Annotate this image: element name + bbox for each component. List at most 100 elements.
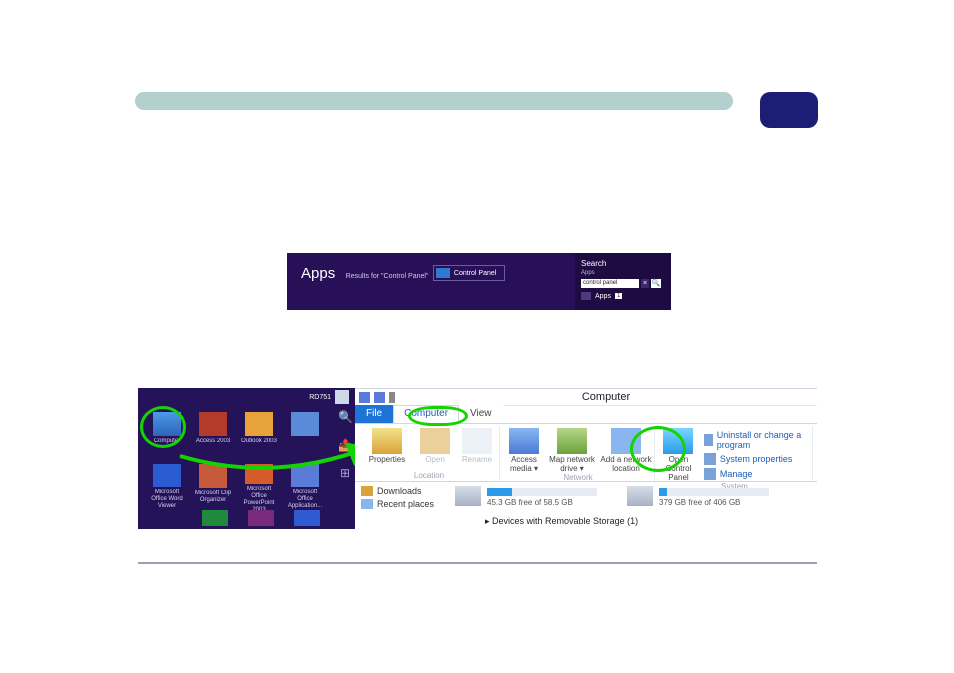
system-properties-icon xyxy=(704,453,716,465)
link-label: Uninstall or change a program xyxy=(717,430,806,450)
map-network-drive-button[interactable]: Map network drive ▾ xyxy=(546,428,598,473)
window-title: Computer xyxy=(399,391,813,403)
uninstall-program-link[interactable]: Uninstall or change a program xyxy=(704,430,806,450)
excel-icon xyxy=(202,510,228,526)
tile-label: Access 2003 xyxy=(196,438,230,445)
header-badge xyxy=(760,92,818,128)
search-input[interactable]: control panel xyxy=(581,279,639,288)
add-network-location-button[interactable]: Add a network location xyxy=(600,428,652,473)
outlook-icon xyxy=(245,412,273,436)
tile-label: Microsoft Clip Organizer xyxy=(193,490,233,504)
downloads-icon xyxy=(361,486,373,496)
nav-pane: Downloads Recent places xyxy=(355,482,451,524)
filter-count: 1 xyxy=(615,293,622,299)
tile-clip-organizer[interactable]: Microsoft Clip Organizer xyxy=(192,462,234,510)
button-label: Map network drive ▾ xyxy=(546,455,598,473)
network-location-icon xyxy=(611,428,641,454)
open-control-panel-button[interactable]: Open Control Panel xyxy=(659,428,698,482)
word-icon xyxy=(153,464,181,487)
app-icon xyxy=(294,510,320,526)
removable-storage-section[interactable]: ▸ Devices with Removable Storage (1) xyxy=(485,516,638,527)
drive-item[interactable]: 379 GB free of 406 GB xyxy=(627,486,769,524)
ribbon-group-system: Open Control Panel Uninstall or change a… xyxy=(657,426,813,481)
search-charm-icon[interactable]: 🔍 xyxy=(338,410,352,424)
start-screen: RD751 Computer Access 2003 Outlook 2003 … xyxy=(138,388,355,529)
nav-label: Recent places xyxy=(377,499,434,509)
drive-usage-bar xyxy=(487,488,597,496)
clip-organizer-icon xyxy=(199,464,227,488)
recent-places-icon xyxy=(361,499,373,509)
search-result-control-panel[interactable]: Control Panel xyxy=(433,265,505,281)
nav-downloads[interactable]: Downloads xyxy=(361,486,447,496)
tile-label: Outlook 2003 xyxy=(241,438,277,445)
divider xyxy=(138,562,817,564)
start-user[interactable]: RD751 xyxy=(309,390,349,404)
rename-button: Rename xyxy=(457,428,497,464)
system-properties-link[interactable]: System properties xyxy=(704,453,806,465)
search-button[interactable]: 🔍 xyxy=(651,279,661,288)
drive-usage-bar xyxy=(659,488,769,496)
apps-title: Apps xyxy=(301,265,335,282)
filter-label: Apps xyxy=(595,293,611,300)
button-label: Open xyxy=(425,455,445,464)
media-icon xyxy=(509,428,539,454)
app-icon xyxy=(291,412,319,436)
access-media-button[interactable]: Access media ▾ xyxy=(504,428,544,473)
properties-icon xyxy=(372,428,402,454)
group-label: Location xyxy=(414,471,444,481)
onenote-icon xyxy=(248,510,274,526)
search-filter-apps[interactable]: Apps 1 xyxy=(581,292,665,300)
header-bar xyxy=(135,92,733,110)
manage-link[interactable]: Manage xyxy=(704,468,806,480)
search-header: Search xyxy=(581,259,665,268)
manage-icon xyxy=(704,468,716,480)
rename-icon xyxy=(462,428,492,454)
start-charm-icon[interactable]: ⊞ xyxy=(338,466,352,480)
link-label: Manage xyxy=(720,469,753,479)
properties-button[interactable]: Properties xyxy=(361,428,413,464)
tile-access[interactable]: Access 2003 xyxy=(192,410,234,458)
tile-powerpoint[interactable]: Microsoft Office PowerPoint 2003 xyxy=(238,462,280,510)
nav-label: Downloads xyxy=(377,486,422,496)
tile-label: Microsoft Office Word Viewer xyxy=(147,489,187,510)
button-label: Rename xyxy=(462,455,492,464)
drive-free-text: 379 GB free of 406 GB xyxy=(659,498,769,507)
tile-onenote[interactable] xyxy=(240,510,282,528)
nav-recent-places[interactable]: Recent places xyxy=(361,499,447,509)
tile-outlook[interactable]: Outlook 2003 xyxy=(238,410,280,458)
qat-icon[interactable] xyxy=(359,392,370,403)
office-apps-icon xyxy=(291,464,319,487)
apps-filter-icon xyxy=(581,292,591,300)
tile-misc-1[interactable] xyxy=(284,410,326,458)
computer-icon xyxy=(153,412,181,436)
drive-icon xyxy=(455,486,481,506)
link-label: System properties xyxy=(720,454,793,464)
control-panel-icon xyxy=(663,428,693,454)
share-charm-icon[interactable]: 📤 xyxy=(338,438,352,452)
tab-computer[interactable]: Computer xyxy=(393,405,459,423)
button-label: Access media ▾ xyxy=(504,455,544,473)
tile-computer[interactable]: Computer xyxy=(146,410,188,458)
control-panel-icon xyxy=(436,268,450,278)
tile-label: Microsoft Office Application... xyxy=(285,489,325,510)
explorer-window: Computer File Computer View Properties O… xyxy=(355,388,817,529)
drive-free-text: 45.3 GB free of 58.5 GB xyxy=(487,498,597,507)
tile-af[interactable] xyxy=(286,510,328,528)
search-category: Apps xyxy=(581,270,665,276)
button-label: Add a network location xyxy=(600,455,652,473)
tab-file[interactable]: File xyxy=(355,405,393,423)
search-charm-pane: Search Apps control panel × 🔍 Apps 1 xyxy=(575,253,671,310)
qat-icon[interactable] xyxy=(374,392,385,403)
access-icon xyxy=(199,412,227,436)
tile-excel[interactable] xyxy=(194,510,236,528)
tile-office-apps[interactable]: Microsoft Office Application... xyxy=(284,462,326,510)
clear-search-button[interactable]: × xyxy=(641,279,649,288)
tile-word[interactable]: Microsoft Office Word Viewer xyxy=(146,462,188,510)
map-drive-icon xyxy=(557,428,587,454)
powerpoint-icon xyxy=(245,464,273,484)
button-label: Properties xyxy=(369,455,405,464)
qat-dropdown-icon[interactable] xyxy=(389,392,395,403)
tab-view[interactable]: View xyxy=(459,405,503,423)
user-avatar-icon xyxy=(335,390,349,404)
user-name: RD751 xyxy=(309,394,331,401)
